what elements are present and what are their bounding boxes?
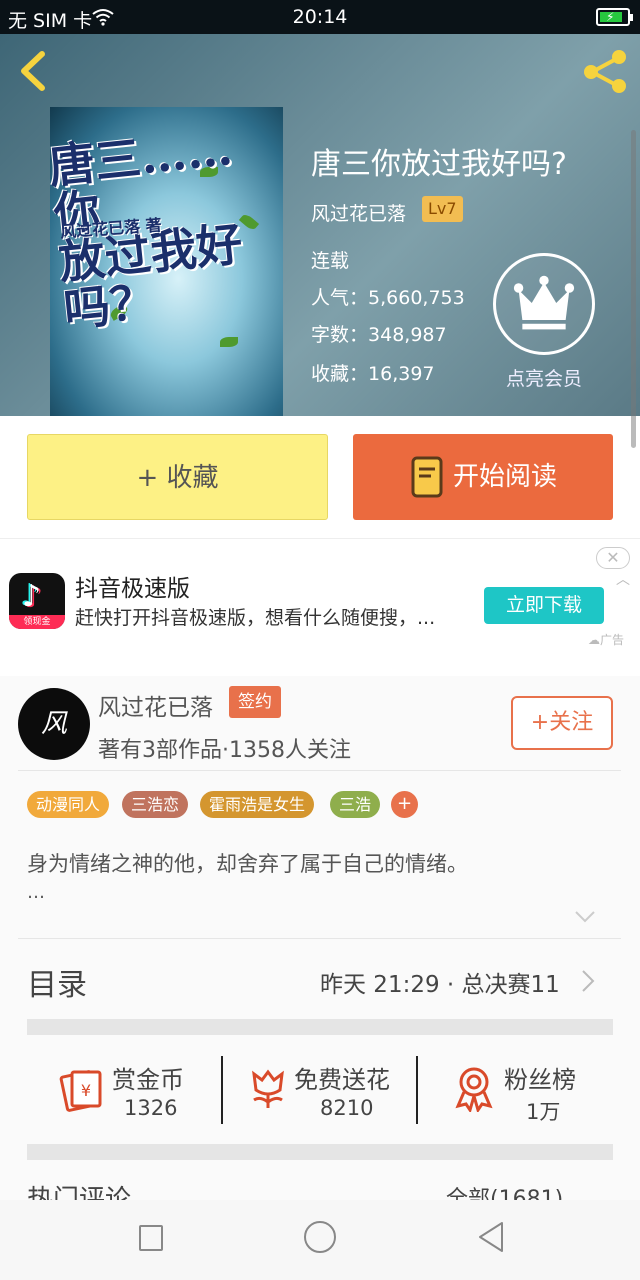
chevron-right-icon[interactable] xyxy=(581,969,595,993)
battery-icon: ⚡ xyxy=(596,8,633,26)
book-details: 风 风过花已落 签约 著有3部作品·1358人关注 +关注 动漫同人 三浩恋 霍… xyxy=(0,676,640,1200)
author-level-badge: Lv7 xyxy=(422,196,463,222)
word-count-stat: 字数：348,987 xyxy=(311,324,447,346)
fan-ranking-stat[interactable]: 粉丝榜 1万 xyxy=(450,1056,590,1126)
book-description: 身为情绪之神的他，却舍弃了属于自己的情绪。 xyxy=(27,852,468,876)
divider xyxy=(18,770,621,771)
tag-chip[interactable]: 三浩恋 xyxy=(122,791,189,818)
scrollbar[interactable] xyxy=(631,130,636,448)
clock: 20:14 xyxy=(292,6,348,28)
table-of-contents-label[interactable]: 目录 xyxy=(27,960,87,1004)
follow-button[interactable]: +关注 xyxy=(511,696,613,750)
reward-coins-stat[interactable]: ¥ 赏金币 1326 xyxy=(58,1056,208,1126)
collect-button[interactable]: + 收藏 xyxy=(27,434,328,520)
author-card-name[interactable]: 风过花已落 xyxy=(98,688,213,722)
home-icon[interactable] xyxy=(304,1221,336,1253)
divider xyxy=(221,1056,223,1124)
douyin-app-icon: ♪ 领现金 xyxy=(9,573,65,629)
crown-icon[interactable] xyxy=(493,253,595,355)
free-flowers-stat[interactable]: 免费送花 8210 xyxy=(244,1056,404,1126)
chevron-down-icon[interactable] xyxy=(574,910,596,924)
divider xyxy=(18,938,621,939)
recent-apps-icon[interactable] xyxy=(139,1225,163,1251)
book-title: 唐三你放过我好吗? xyxy=(311,147,567,182)
system-nav-bar xyxy=(0,1200,640,1280)
divider xyxy=(416,1056,418,1124)
hot-comments-label: 热门评论 xyxy=(27,1185,132,1200)
share-icon[interactable] xyxy=(580,48,630,94)
back-triangle-icon[interactable] xyxy=(476,1220,506,1254)
start-reading-button[interactable]: 开始阅读 xyxy=(353,434,613,520)
book-header: 唐三……你 放过我好吗？ 风过花已落 著 唐三你放过我好吗? 风过花已落 Lv7… xyxy=(0,34,640,416)
serial-status: 连载 xyxy=(311,250,350,272)
action-bar: + 收藏 开始阅读 xyxy=(0,416,640,538)
ad-label: ☁广告 xyxy=(588,633,625,647)
ad-description: 赶快打开抖音极速版，想看什么随便搜，... xyxy=(75,607,436,629)
add-tag-button[interactable]: + xyxy=(391,791,418,818)
section-band xyxy=(27,1019,613,1035)
book-cover[interactable]: 唐三……你 放过我好吗？ 风过花已落 著 xyxy=(50,107,283,416)
ad-banner[interactable]: ✕ ︿ ♪ 领现金 抖音极速版 赶快打开抖音极速版，想看什么随便搜，... 立即… xyxy=(0,538,640,676)
popularity-stat: 人气：5,660,753 xyxy=(311,287,465,309)
all-comments-link[interactable]: 全部(1681) xyxy=(446,1176,563,1200)
medal-icon xyxy=(455,1067,493,1112)
chevron-up-icon[interactable]: ︿ xyxy=(616,569,630,589)
favorites-stat: 收藏：16,397 xyxy=(311,363,435,385)
avatar[interactable]: 风 xyxy=(18,688,90,760)
ad-title: 抖音极速版 xyxy=(75,576,190,602)
latest-chapter[interactable]: 昨天 21:29 · 总决赛11 xyxy=(320,965,560,999)
flower-icon xyxy=(252,1069,284,1108)
download-button[interactable]: 立即下载 xyxy=(484,587,604,624)
red-envelope-icon: ¥ xyxy=(59,1070,102,1112)
vip-label[interactable]: 点亮会员 xyxy=(493,364,595,391)
svg-text:¥: ¥ xyxy=(81,1081,91,1100)
signed-badge: 签约 xyxy=(229,686,281,718)
description-ellipsis: … xyxy=(27,882,45,903)
section-band xyxy=(27,1144,613,1160)
back-icon[interactable] xyxy=(14,48,54,94)
start-reading-label: 开始阅读 xyxy=(453,462,558,492)
close-icon[interactable]: ✕ xyxy=(596,547,630,569)
tag-chip[interactable]: 三浩 xyxy=(330,791,381,818)
author-works-info: 著有3部作品·1358人关注 xyxy=(98,738,351,763)
book-icon xyxy=(411,456,443,498)
status-bar: 无 SIM 卡 20:14 ⚡ xyxy=(0,0,640,34)
tag-chip[interactable]: 动漫同人 xyxy=(27,791,110,818)
tag-chip[interactable]: 霍雨浩是女生 xyxy=(200,791,315,818)
book-author[interactable]: 风过花已落 xyxy=(311,199,406,226)
